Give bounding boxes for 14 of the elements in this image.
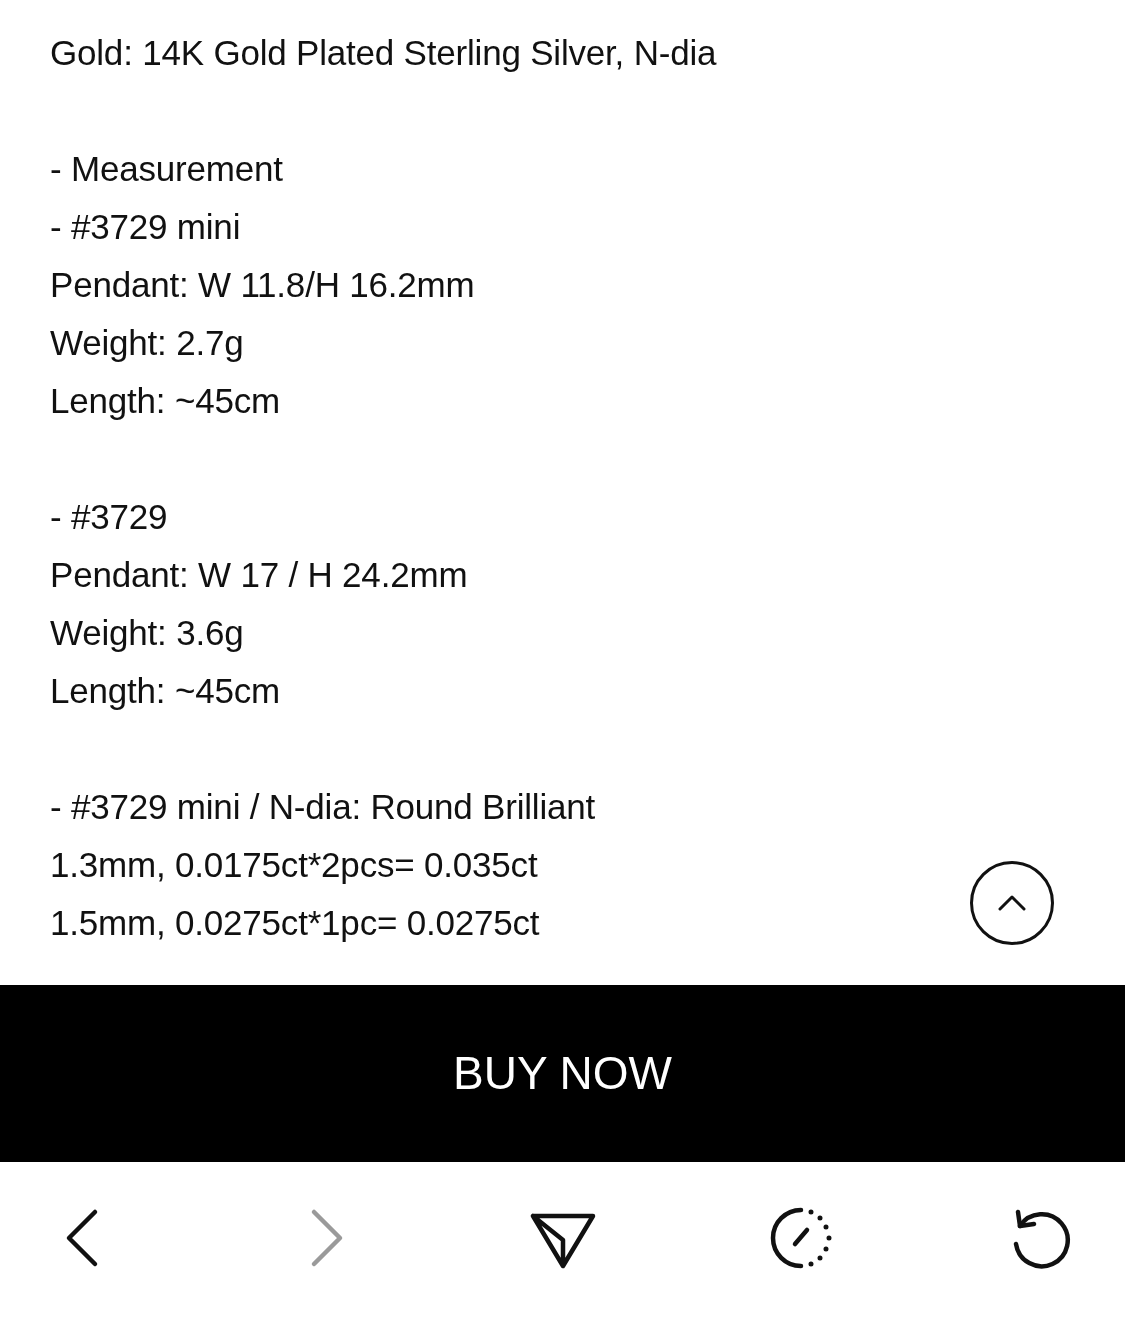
description-line: Length: ~45cm [50, 671, 280, 711]
description-line: Weight: 2.7g [50, 323, 244, 363]
description-line: - #3729 mini / N-dia: Round Brilliant [50, 787, 596, 827]
description-line: Weight: 3.6g [50, 613, 244, 653]
description-line: Length: ~45cm [50, 381, 280, 421]
description-line: - #3729 [50, 497, 168, 537]
description-line: 1.5mm, 0.0275ct*1pc= 0.0275ct [50, 903, 540, 943]
description-line: - #3729 mini [50, 207, 241, 247]
description-line: - Measurement [50, 149, 283, 189]
description-line: Gold: 14K Gold Plated Sterling Silver, N-dia [50, 33, 717, 73]
description-line: 1.3mm, 0.0175ct*2pcs= 0.035ct [50, 845, 538, 885]
description-line: Pendant: W 17 / H 24.2mm [50, 555, 468, 595]
buy-now-button[interactable]: BUY NOW [0, 985, 1125, 1162]
description-line: Pendant: W 11.8/H 16.2mm [50, 265, 475, 305]
